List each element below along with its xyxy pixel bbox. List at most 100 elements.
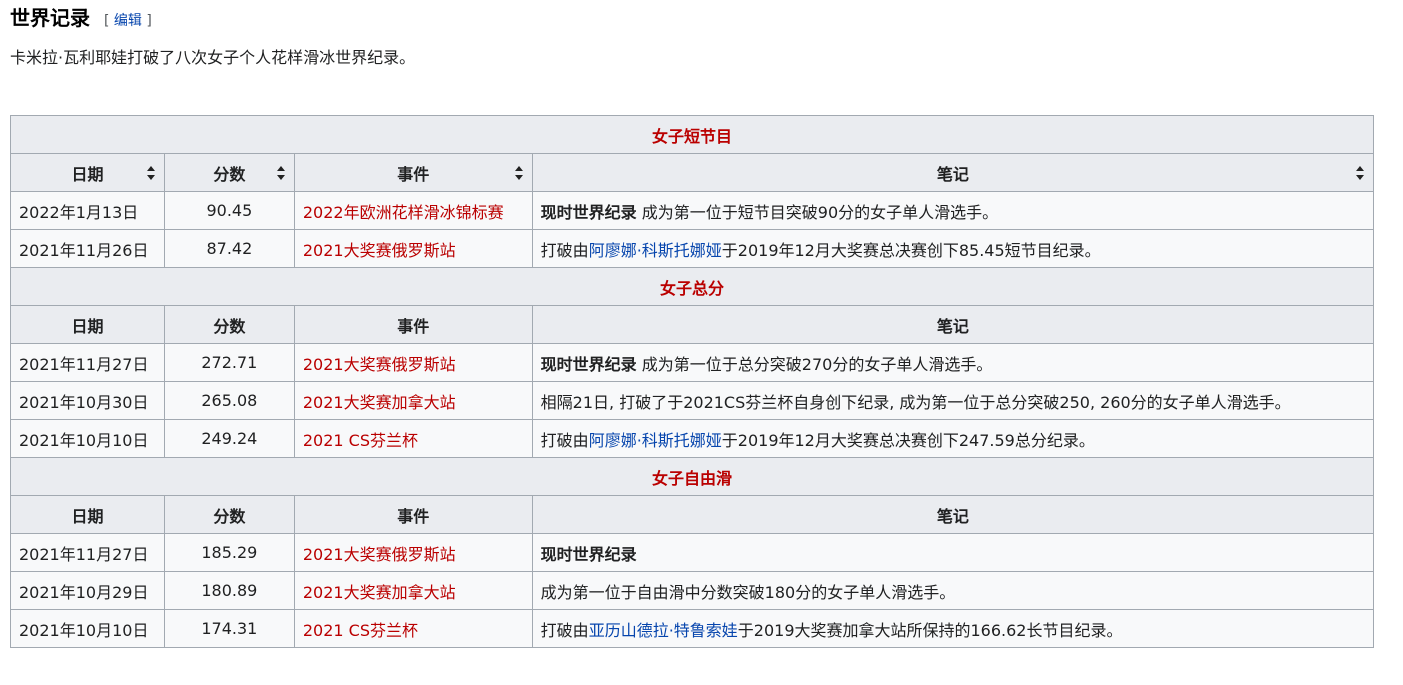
- event-link[interactable]: 2021大奖赛加拿大站: [303, 393, 456, 412]
- table-row: 2021年10月10日 174.31 2021 CS芬兰杯 打破由亚历山德拉·特鲁索娃…: [10, 609, 1375, 648]
- column-header-row: 日期 分数 事件 笔记: [10, 305, 1375, 344]
- section-title: 世界记录: [10, 6, 90, 30]
- event-cell: 2021大奖赛俄罗斯站: [293, 229, 533, 268]
- column-header-label: 日期: [71, 316, 104, 336]
- section-header-row: 女子总分: [10, 267, 1374, 306]
- note-cell: 现时世界纪录 成为第一位于总分突破270分的女子单人滑选手。: [531, 343, 1375, 382]
- column-header-note[interactable]: 笔记: [531, 153, 1375, 192]
- note-cell: 打破由阿廖娜·科斯托娜娅于2019年12月大奖赛总决赛创下247.59总分纪录。: [531, 419, 1375, 458]
- note-cell: 现时世界纪录 成为第一位于短节目突破90分的女子单人滑选手。: [531, 191, 1375, 230]
- column-header-score: 分数: [163, 495, 295, 534]
- note-text: 成为第一位于自由滑中分数突破180分的女子单人滑选手。: [540, 582, 956, 602]
- current-record-label: 现时世界纪录: [540, 544, 637, 564]
- event-cell: 2021 CS芬兰杯: [293, 419, 533, 458]
- note-text: 打破由: [540, 240, 589, 260]
- section-title: 女子短节目: [10, 115, 1374, 154]
- current-record-label: 现时世界纪录: [540, 202, 637, 222]
- column-header-event: 事件: [293, 305, 533, 344]
- event-link[interactable]: 2021 CS芬兰杯: [303, 621, 418, 640]
- date-cell: 2022年1月13日: [10, 191, 165, 230]
- sort-icon[interactable]: [514, 165, 524, 180]
- event-link[interactable]: 2021大奖赛俄罗斯站: [303, 545, 456, 564]
- column-header-note: 笔记: [531, 305, 1375, 344]
- column-header-label: 日期: [71, 506, 104, 526]
- event-cell: 2021大奖赛加拿大站: [293, 571, 533, 610]
- date-cell: 2021年11月27日: [10, 343, 165, 382]
- score-cell: 185.29: [163, 533, 295, 572]
- date-cell: 2021年10月10日: [10, 609, 165, 648]
- score-cell: 87.42: [163, 229, 295, 268]
- section-title: 女子总分: [10, 267, 1374, 306]
- column-header-label: 分数: [213, 164, 246, 184]
- event-link[interactable]: 2021大奖赛俄罗斯站: [303, 241, 456, 260]
- column-header-date: 日期: [10, 495, 165, 534]
- column-header-score[interactable]: 分数: [163, 153, 295, 192]
- section-header-row: 女子短节目: [10, 115, 1374, 154]
- column-header-row: 日期 分数 事件 笔记: [10, 495, 1375, 534]
- column-header-label: 日期: [71, 164, 104, 184]
- intro-paragraph: 卡米拉·瓦利耶娃打破了八次女子个人花样滑冰世界纪录。: [10, 48, 416, 67]
- table-row: 2021年11月26日 87.42 2021大奖赛俄罗斯站 打破由阿廖娜·科斯托娜娅于…: [10, 229, 1375, 268]
- skater-link[interactable]: 阿廖娜·科斯托娜娅: [589, 241, 722, 260]
- column-header-label: 事件: [397, 506, 430, 526]
- note-cell: 打破由阿廖娜·科斯托娜娅于2019年12月大奖赛总决赛创下85.45短节目纪录。: [531, 229, 1375, 268]
- note-text: 于2019大奖赛加拿大站所保持的166.62长节目纪录。: [737, 620, 1123, 640]
- column-header-date[interactable]: 日期: [10, 153, 165, 192]
- column-header-event[interactable]: 事件: [293, 153, 533, 192]
- note-cell: 现时世界纪录: [531, 533, 1375, 572]
- sort-icon[interactable]: [1356, 165, 1365, 180]
- table-row: 2021年10月29日 180.89 2021大奖赛加拿大站 成为第一位于自由滑中分数…: [10, 571, 1375, 610]
- note-text: 打破由: [540, 620, 589, 640]
- column-header-score: 分数: [163, 305, 295, 344]
- event-cell: 2021大奖赛俄罗斯站: [293, 533, 533, 572]
- date-cell: 2021年11月27日: [10, 533, 165, 572]
- note-text: 成为第一位于总分突破270分的女子单人滑选手。: [641, 354, 993, 374]
- column-header-note: 笔记: [531, 495, 1375, 534]
- note-text: 相隔21日, 打破了于2021CS芬兰杯自身创下纪录, 成为第一位于总分突破25…: [540, 392, 1291, 412]
- note-text: 打破由: [540, 430, 589, 450]
- sort-icon[interactable]: [276, 165, 286, 180]
- note-text: 成为第一位于短节目突破90分的女子单人滑选手。: [641, 202, 999, 222]
- column-header-label: 笔记: [936, 164, 969, 184]
- note-cell: 相隔21日, 打破了于2021CS芬兰杯自身创下纪录, 成为第一位于总分突破25…: [531, 381, 1375, 420]
- skater-link[interactable]: 亚历山德拉·特鲁索娃: [589, 621, 738, 640]
- table-row: 2021年10月30日 265.08 2021大奖赛加拿大站 相隔21日, 打破了于2…: [10, 381, 1375, 420]
- edit-bracket-open: [: [104, 13, 110, 29]
- column-header-label: 分数: [213, 316, 246, 336]
- note-text: 于2019年12月大奖赛总决赛创下247.59总分纪录。: [721, 430, 1095, 450]
- table-row: 2021年10月10日 249.24 2021 CS芬兰杯 打破由阿廖娜·科斯托娜娅于…: [10, 419, 1375, 458]
- table-row: 2022年1月13日 90.45 2022年欧洲花样滑冰锦标赛 现时世界纪录 成为第一…: [10, 191, 1375, 230]
- note-text: 于2019年12月大奖赛总决赛创下85.45短节目纪录。: [721, 240, 1101, 260]
- column-header-date: 日期: [10, 305, 165, 344]
- edit-link[interactable]: 编辑: [114, 13, 142, 29]
- current-record-label: 现时世界纪录: [540, 354, 637, 374]
- section-heading: 世界记录 [ 编辑 ]: [10, 2, 152, 32]
- score-cell: 180.89: [163, 571, 295, 610]
- table-row: 2021年11月27日 272.71 2021大奖赛俄罗斯站 现时世界纪录 成为第一位…: [10, 343, 1375, 382]
- column-header-label: 笔记: [936, 316, 969, 336]
- edit-bracket-close: ]: [146, 13, 152, 29]
- event-link[interactable]: 2021大奖赛俄罗斯站: [303, 355, 456, 374]
- event-link[interactable]: 2021大奖赛加拿大站: [303, 583, 456, 602]
- date-cell: 2021年11月26日: [10, 229, 165, 268]
- note-cell: 成为第一位于自由滑中分数突破180分的女子单人滑选手。: [531, 571, 1375, 610]
- sort-icon[interactable]: [146, 165, 156, 180]
- score-cell: 272.71: [163, 343, 295, 382]
- column-header-label: 事件: [397, 164, 430, 184]
- score-cell: 249.24: [163, 419, 295, 458]
- date-cell: 2021年10月10日: [10, 419, 165, 458]
- column-header-row: 日期 分数 事件 笔记: [10, 153, 1375, 192]
- column-header-label: 笔记: [936, 506, 969, 526]
- event-link[interactable]: 2022年欧洲花样滑冰锦标赛: [303, 203, 504, 222]
- event-cell: 2021 CS芬兰杯: [293, 609, 533, 648]
- score-cell: 174.31: [163, 609, 295, 648]
- event-cell: 2021大奖赛加拿大站: [293, 381, 533, 420]
- column-header-event: 事件: [293, 495, 533, 534]
- event-link[interactable]: 2021 CS芬兰杯: [303, 431, 418, 450]
- date-cell: 2021年10月30日: [10, 381, 165, 420]
- skater-link[interactable]: 阿廖娜·科斯托娜娅: [589, 431, 722, 450]
- world-records-table: 女子短节目 日期 分数 事件 笔记 2022年1月13日 90.45 2022年欧洲花样滑冰锦…: [10, 115, 1375, 648]
- column-header-label: 事件: [397, 316, 430, 336]
- event-cell: 2022年欧洲花样滑冰锦标赛: [293, 191, 533, 230]
- score-cell: 265.08: [163, 381, 295, 420]
